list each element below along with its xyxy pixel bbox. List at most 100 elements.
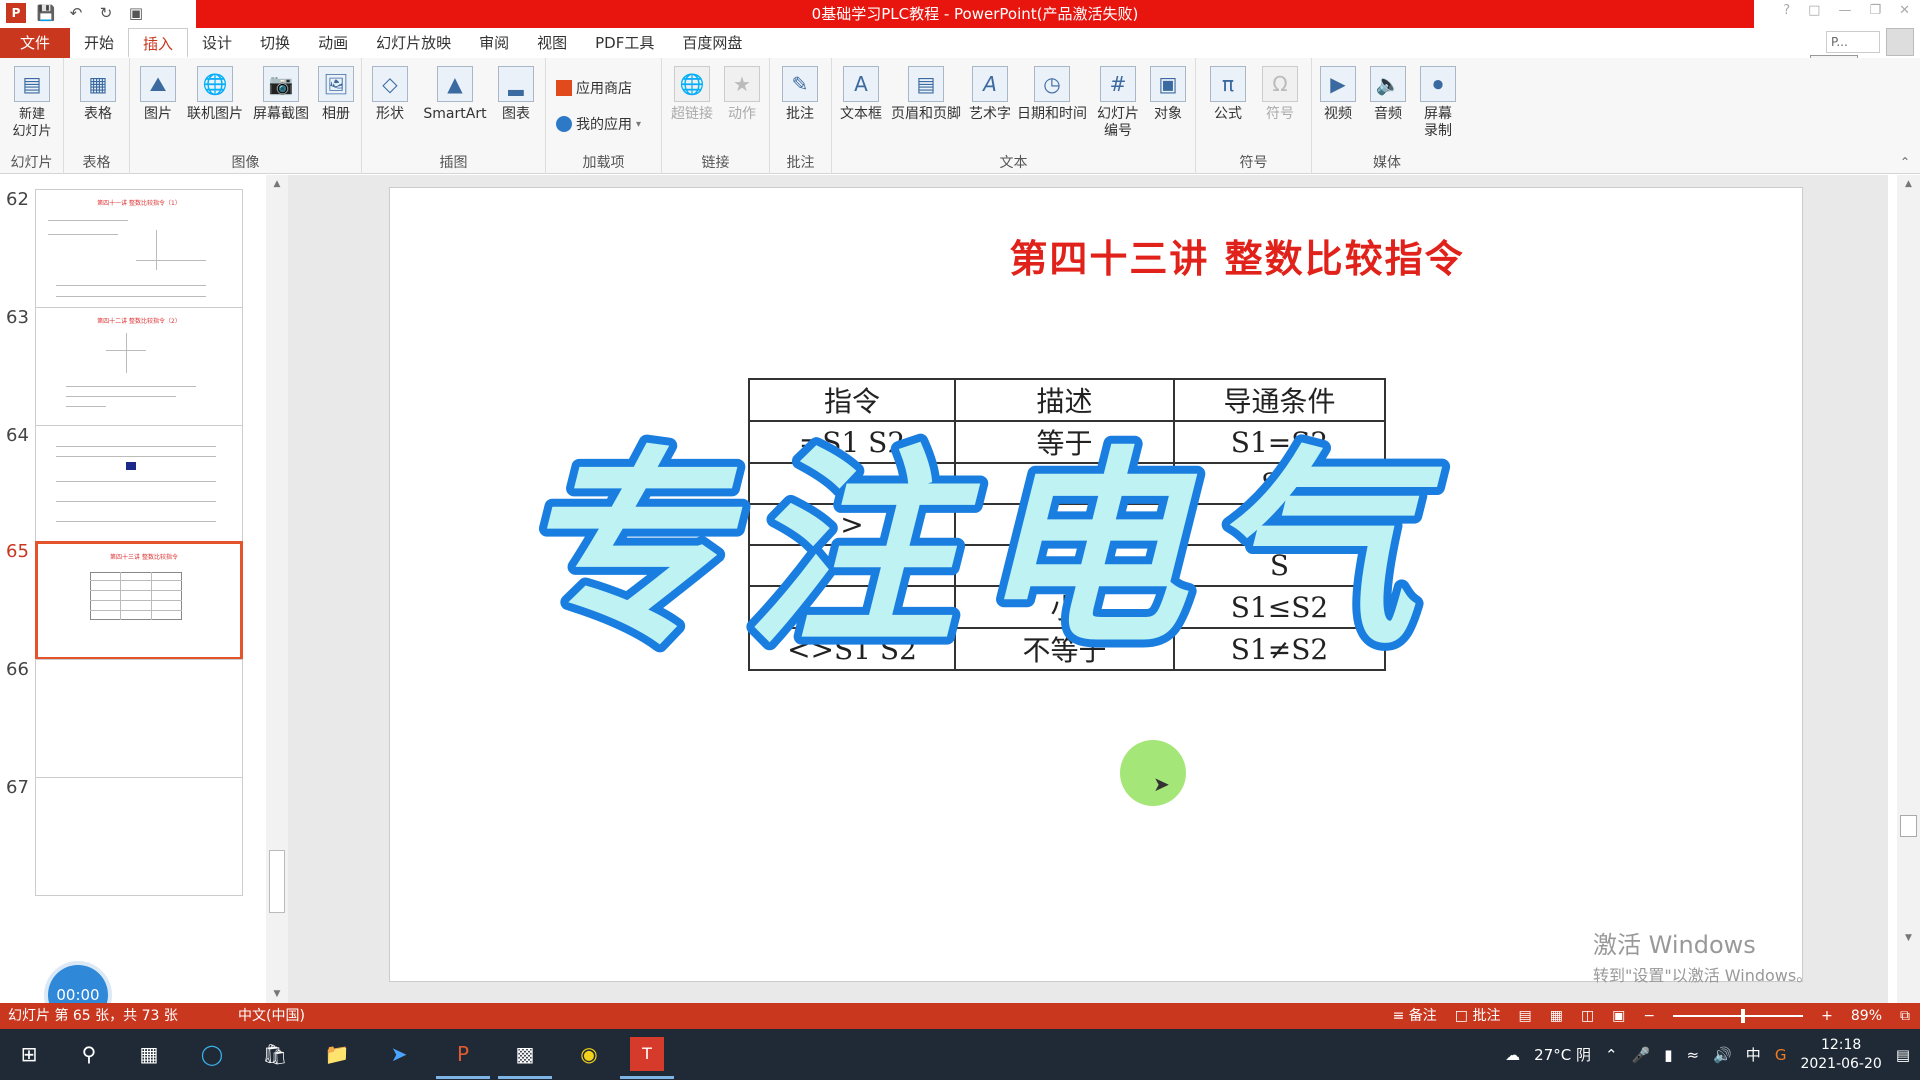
slide-thumbnail-selected[interactable]: 第四十三讲 整数比较指令	[35, 541, 243, 660]
ribbon-display-icon[interactable]: □	[1808, 3, 1820, 18]
wordart-button[interactable]: A 艺术字	[966, 66, 1014, 123]
equation-button[interactable]: π 公式	[1206, 66, 1250, 123]
symbol-button[interactable]: Ω 符号	[1258, 66, 1302, 123]
weather-text[interactable]: 27°C 阴	[1534, 1044, 1591, 1065]
slide-sorter-icon[interactable]: ▦	[1550, 1003, 1563, 1029]
zoom-level[interactable]: 89%	[1851, 1003, 1882, 1029]
microphone-icon[interactable]: 🎤	[1632, 1046, 1651, 1064]
file-explorer-icon[interactable]: 📁	[320, 1037, 354, 1071]
scrollbar-thumb[interactable]	[1900, 815, 1917, 837]
weather-icon[interactable]: ☁	[1505, 1046, 1520, 1064]
tab-pdf-tools[interactable]: PDF工具	[581, 28, 668, 58]
slide-canvas[interactable]: 第四十三讲 整数比较指令 指令 描述 导通条件 =S1 S2 等于 S1=S2 …	[389, 187, 1803, 982]
tab-baidu-netdisk[interactable]: 百度网盘	[668, 28, 756, 58]
tab-view[interactable]: 视图	[523, 28, 581, 58]
shapes-button[interactable]: ◇ 形状	[368, 66, 412, 123]
battery-icon[interactable]: ▮	[1664, 1046, 1672, 1064]
close-icon[interactable]: ✕	[1899, 3, 1910, 18]
audio-button[interactable]: 🔈 音频	[1366, 66, 1410, 123]
ime-indicator[interactable]: 中	[1746, 1044, 1761, 1065]
windows-start-icon[interactable]: ⊞	[12, 1037, 46, 1071]
online-picture-button[interactable]: 🌐 联机图片	[182, 66, 248, 123]
notes-button[interactable]: ≡ 备注	[1393, 1003, 1437, 1029]
present-icon[interactable]: ▣	[126, 3, 146, 23]
search-icon[interactable]: ⚲	[72, 1037, 106, 1071]
undo-icon[interactable]: ↶	[66, 3, 86, 23]
editor-scrollbar[interactable]: ▲ ▼	[1897, 175, 1920, 1003]
new-slide-button[interactable]: ▤ 新建 幻灯片	[6, 66, 58, 140]
zoom-slider[interactable]	[1673, 1009, 1804, 1023]
user-name-box[interactable]: P...	[1826, 31, 1880, 53]
minimize-icon[interactable]: —	[1838, 3, 1851, 18]
normal-view-icon[interactable]: ▤	[1518, 1003, 1531, 1029]
wps-app-icon[interactable]: T	[620, 1037, 674, 1079]
comments-button[interactable]: □ 批注	[1455, 1003, 1501, 1029]
powerpoint-taskbar-icon[interactable]: P	[436, 1037, 490, 1079]
my-apps-button[interactable]: 我的应用 ▾	[556, 114, 641, 134]
tab-design[interactable]: 设计	[188, 28, 246, 58]
restore-icon[interactable]: ❐	[1869, 3, 1881, 18]
save-icon[interactable]: 💾	[36, 3, 56, 23]
scroll-down-icon[interactable]: ▼	[266, 989, 288, 999]
help-icon[interactable]: ?	[1783, 3, 1790, 18]
zoom-slider-knob[interactable]	[1741, 1009, 1746, 1023]
screenshot-button[interactable]: 📷 屏幕截图	[248, 66, 314, 123]
fit-to-window-icon[interactable]: ⧉	[1900, 1003, 1910, 1029]
reading-view-icon[interactable]: ◫	[1581, 1003, 1594, 1029]
input-method-icon[interactable]: G	[1775, 1046, 1787, 1064]
chart-button[interactable]: ▂ 图表	[494, 66, 538, 123]
tab-slideshow[interactable]: 幻灯片放映	[362, 28, 465, 58]
slide-thumbnail[interactable]: 第四十二讲 整数比较指令（2）	[35, 307, 243, 426]
slide-number-button[interactable]: # 幻灯片 编号	[1090, 66, 1146, 140]
edge-browser-icon[interactable]: ◯	[195, 1037, 229, 1071]
scroll-up-icon[interactable]: ▲	[1897, 179, 1920, 189]
thumbnail-62[interactable]: 62 第四十一讲 整数比较指令（1）	[0, 175, 270, 308]
scroll-down-icon[interactable]: ▼	[1897, 933, 1920, 943]
slide-thumbnail[interactable]	[35, 777, 243, 896]
tray-chevron-icon[interactable]: ⌃	[1605, 1046, 1618, 1064]
language-indicator[interactable]: 中文(中国)	[238, 1003, 305, 1029]
video-button[interactable]: ▶ 视频	[1316, 66, 1360, 123]
task-view-icon[interactable]: ▦	[132, 1037, 166, 1071]
tab-insert[interactable]: 插入	[128, 28, 189, 58]
slide-thumbnail[interactable]	[35, 659, 243, 778]
datetime-button[interactable]: ◷ 日期和时间	[1014, 66, 1090, 123]
smartart-button[interactable]: ▲ SmartArt	[420, 66, 490, 123]
screen-record-button[interactable]: ⏺ 屏幕 录制	[1416, 66, 1460, 140]
thumbnail-65[interactable]: 65 第四十三讲 整数比较指令	[0, 527, 270, 660]
store-icon[interactable]: 🛍	[258, 1037, 292, 1071]
collapse-ribbon-icon[interactable]: ⌃	[1900, 155, 1910, 169]
paint-app-icon[interactable]: ▩	[498, 1037, 552, 1079]
thumbnail-66[interactable]: 66	[0, 645, 270, 778]
slide-thumbnail[interactable]: 第四十一讲 整数比较指令（1）	[35, 189, 243, 308]
tab-transitions[interactable]: 切换	[246, 28, 304, 58]
zoom-out-icon[interactable]: −	[1643, 1003, 1655, 1029]
table-button[interactable]: ▦ 表格	[76, 66, 120, 123]
scroll-up-icon[interactable]: ▲	[266, 179, 288, 189]
recorder-app-icon[interactable]: ◉	[572, 1037, 606, 1071]
thumbnail-64[interactable]: 64	[0, 411, 270, 544]
volume-icon[interactable]: 🔊	[1713, 1046, 1732, 1064]
avatar[interactable]	[1886, 28, 1914, 56]
wifi-icon[interactable]: ≈	[1687, 1046, 1700, 1064]
thumbnail-63[interactable]: 63 第四十二讲 整数比较指令（2）	[0, 293, 270, 426]
tab-file[interactable]: 文件	[0, 28, 70, 58]
notification-icon[interactable]: ▤	[1896, 1046, 1910, 1064]
mail-app-icon[interactable]: ➤	[382, 1037, 416, 1071]
zoom-in-icon[interactable]: +	[1821, 1003, 1833, 1029]
album-button[interactable]: 🖼 相册	[314, 66, 358, 123]
object-button[interactable]: ▣ 对象	[1146, 66, 1190, 123]
clock[interactable]: 12:18 2021-06-20	[1800, 1036, 1881, 1074]
comment-button[interactable]: ✎ 批注	[778, 66, 822, 123]
thumbnail-67[interactable]: 67	[0, 763, 270, 896]
tab-review[interactable]: 审阅	[465, 28, 523, 58]
redo-icon[interactable]: ↻	[96, 3, 116, 23]
store-button[interactable]: 应用商店	[556, 78, 632, 98]
slide-title[interactable]: 第四十三讲 整数比较指令	[390, 228, 1804, 283]
slideshow-view-icon[interactable]: ▣	[1612, 1003, 1625, 1029]
tab-animations[interactable]: 动画	[304, 28, 362, 58]
action-button[interactable]: ★ 动作	[720, 66, 764, 123]
thumbnail-scrollbar[interactable]: ▲ ▼	[266, 175, 288, 1003]
picture-button[interactable]: ⛰ 图片	[136, 66, 180, 123]
scrollbar-thumb[interactable]	[269, 850, 285, 913]
